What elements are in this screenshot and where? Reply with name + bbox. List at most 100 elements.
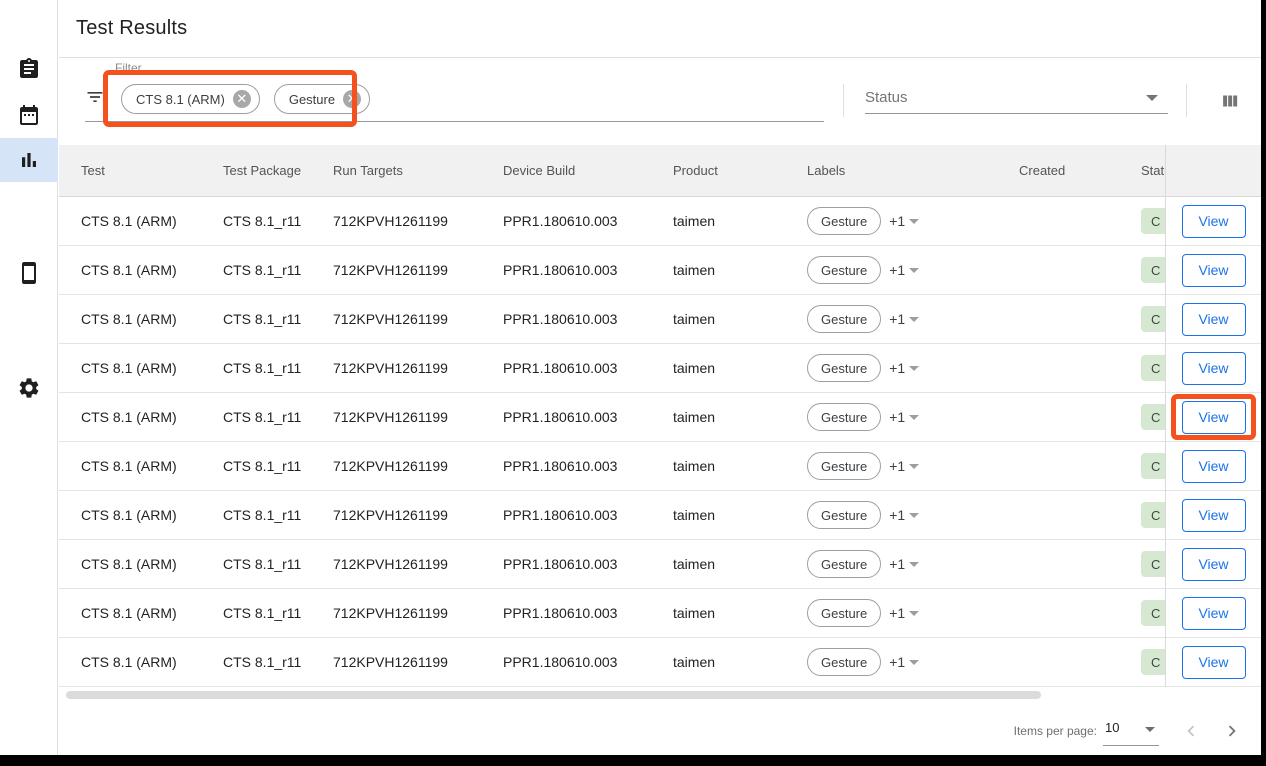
status-chip: C (1141, 453, 1166, 479)
table-scroll-region[interactable]: Test Test Package Run Targets Device Bui… (59, 145, 1166, 687)
view-button[interactable]: View (1182, 499, 1246, 532)
label-chip[interactable]: Gesture (807, 207, 881, 235)
more-labels-dropdown[interactable]: +1 (889, 213, 919, 229)
label-chip[interactable]: Gesture (807, 354, 881, 382)
cell-status: C (1141, 208, 1166, 234)
table-row: CTS 8.1 (ARM) CTS 8.1_r11 712KPVH1261199… (59, 491, 1166, 540)
view-button[interactable]: View (1182, 548, 1246, 581)
filter-field-label: Filter (115, 61, 142, 75)
horizontal-scrollbar[interactable] (66, 691, 1041, 699)
dropdown-arrow-icon (909, 513, 919, 518)
status-chip: C (1141, 551, 1166, 577)
toolbar-divider (1186, 84, 1187, 117)
cell-test-package: CTS 8.1_r11 (223, 262, 333, 278)
view-cell: View (1166, 393, 1261, 442)
items-per-page-label: Items per page: (1014, 724, 1097, 738)
cell-labels: Gesture +1 (807, 599, 1019, 627)
more-labels-dropdown[interactable]: +1 (889, 409, 919, 425)
label-chip[interactable]: Gesture (807, 305, 881, 333)
cell-status: C (1141, 600, 1166, 626)
view-button[interactable]: View (1182, 352, 1246, 385)
sidebar-item-devices[interactable] (0, 251, 58, 295)
label-chip[interactable]: Gesture (807, 501, 881, 529)
more-labels-dropdown[interactable]: +1 (889, 458, 919, 474)
cell-product: taimen (673, 654, 807, 670)
cell-labels: Gesture +1 (807, 256, 1019, 284)
view-button[interactable]: View (1182, 254, 1246, 287)
label-chip[interactable]: Gesture (807, 403, 881, 431)
page-size-select[interactable]: 10 (1103, 716, 1159, 746)
smartphone-icon (17, 261, 41, 285)
more-labels-dropdown[interactable]: +1 (889, 507, 919, 523)
cell-test: CTS 8.1 (ARM) (81, 458, 223, 474)
sidebar-item-test-runs[interactable] (0, 47, 58, 91)
table-row: CTS 8.1 (ARM) CTS 8.1_r11 712KPVH1261199… (59, 197, 1166, 246)
view-button[interactable]: View (1182, 401, 1246, 434)
dropdown-arrow-icon (909, 317, 919, 322)
view-button[interactable]: View (1182, 450, 1246, 483)
view-button[interactable]: View (1182, 646, 1246, 679)
cell-test-package: CTS 8.1_r11 (223, 507, 333, 523)
filter-chip-label: Gesture (289, 92, 335, 107)
filter-chip-gesture[interactable]: Gesture ✕ (274, 84, 370, 114)
cell-test: CTS 8.1 (ARM) (81, 556, 223, 572)
cell-test-package: CTS 8.1_r11 (223, 360, 333, 376)
cell-status: C (1141, 306, 1166, 332)
cell-product: taimen (673, 556, 807, 572)
more-labels-dropdown[interactable]: +1 (889, 262, 919, 278)
more-labels-dropdown[interactable]: +1 (889, 605, 919, 621)
filter-chip-list: CTS 8.1 (ARM) ✕ Gesture ✕ (121, 84, 370, 114)
letterbox-bottom (0, 755, 1266, 766)
cell-test: CTS 8.1 (ARM) (81, 409, 223, 425)
more-labels-dropdown[interactable]: +1 (889, 311, 919, 327)
sidebar-item-test-results[interactable] (0, 138, 58, 182)
filter-chip-cts[interactable]: CTS 8.1 (ARM) ✕ (121, 84, 260, 114)
view-button[interactable]: View (1182, 303, 1246, 336)
previous-page-button[interactable] (1179, 719, 1203, 743)
cell-status: C (1141, 355, 1166, 381)
sidebar-item-settings[interactable] (0, 366, 58, 410)
cell-device-build: PPR1.180610.003 (503, 654, 673, 670)
table-row: CTS 8.1 (ARM) CTS 8.1_r11 712KPVH1261199… (59, 540, 1166, 589)
more-labels-count: +1 (889, 507, 905, 523)
more-labels-dropdown[interactable]: +1 (889, 556, 919, 572)
more-labels-dropdown[interactable]: +1 (889, 654, 919, 670)
filter-input-underline[interactable] (85, 121, 824, 122)
label-chip[interactable]: Gesture (807, 648, 881, 676)
status-dropdown[interactable]: Status (865, 82, 1168, 114)
view-cell: View (1166, 638, 1261, 687)
next-page-button[interactable] (1220, 719, 1244, 743)
view-button[interactable]: View (1182, 597, 1246, 630)
view-cell: View (1166, 442, 1261, 491)
cell-status: C (1141, 257, 1166, 283)
view-cell: View (1166, 295, 1261, 344)
view-button[interactable]: View (1182, 205, 1246, 238)
label-chip[interactable]: Gesture (807, 599, 881, 627)
page-title: Test Results (76, 17, 187, 40)
label-chip[interactable]: Gesture (807, 256, 881, 284)
actions-column: View View View View View View View View (1165, 145, 1261, 687)
view-cell: View (1166, 491, 1261, 540)
remove-chip-icon[interactable]: ✕ (343, 90, 361, 108)
column-header-created: Created (1019, 163, 1141, 178)
clipboard-icon (17, 57, 41, 81)
cell-device-build: PPR1.180610.003 (503, 556, 673, 572)
more-labels-dropdown[interactable]: +1 (889, 360, 919, 376)
sidebar-item-test-plans[interactable] (0, 93, 58, 137)
table-row: CTS 8.1 (ARM) CTS 8.1_r11 712KPVH1261199… (59, 295, 1166, 344)
cell-run-targets: 712KPVH1261199 (333, 262, 503, 278)
results-table: Test Test Package Run Targets Device Bui… (59, 145, 1261, 687)
column-header-test: Test (81, 163, 223, 178)
dropdown-arrow-icon (909, 660, 919, 665)
label-chip[interactable]: Gesture (807, 550, 881, 578)
cell-run-targets: 712KPVH1261199 (333, 213, 503, 229)
cell-status: C (1141, 551, 1166, 577)
remove-chip-icon[interactable]: ✕ (233, 90, 251, 108)
letterbox-right (1261, 0, 1266, 766)
dropdown-arrow-icon (909, 268, 919, 273)
cell-product: taimen (673, 605, 807, 621)
dropdown-arrow-icon (909, 464, 919, 469)
view-columns-button[interactable] (1213, 88, 1247, 114)
column-header-labels: Labels (807, 163, 1019, 178)
label-chip[interactable]: Gesture (807, 452, 881, 480)
